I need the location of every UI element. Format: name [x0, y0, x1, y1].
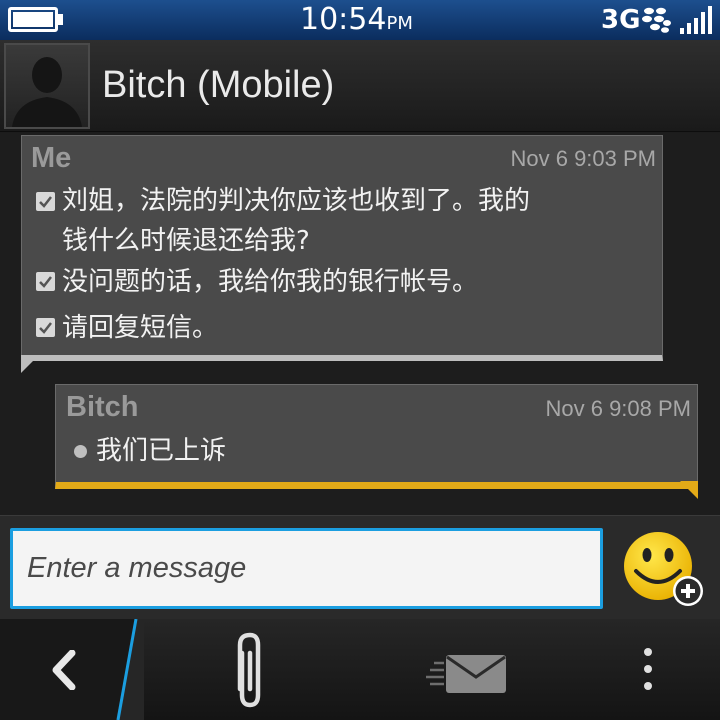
conversation-header: Bitch (Mobile): [0, 40, 720, 132]
battery-tip: [58, 14, 63, 25]
more-icon[interactable]: [640, 646, 656, 692]
send-mail-icon[interactable]: [424, 653, 508, 695]
message-input[interactable]: [10, 528, 603, 609]
avatar-silhouette-icon: [6, 45, 88, 127]
clock-ampm: PM: [386, 13, 413, 34]
message-text: 钱什么时候退还给我?: [62, 226, 310, 256]
message-bubble-incoming[interactable]: Bitch Nov 6 9:08 PM 我们已上诉: [55, 384, 698, 489]
bubble-tail: [680, 481, 698, 499]
back-separator: [115, 619, 144, 720]
avatar[interactable]: [4, 43, 90, 129]
message-timestamp: Nov 6 9:03 PM: [510, 146, 656, 171]
unread-dot-icon: [74, 445, 87, 458]
status-bar: 10:54PM 3G: [0, 0, 720, 40]
message-text: 刘姐，法院的判决你应该也收到了。我的: [62, 186, 531, 216]
bubble-tail: [21, 355, 39, 373]
clock-time: 10:54: [300, 2, 387, 37]
checkmark-icon: [36, 272, 55, 291]
composer: [0, 515, 720, 619]
message-text: 没问题的话，我给你我的银行帐号。: [62, 267, 479, 297]
chat-area[interactable]: Me Nov 6 9:03 PM 刘姐，法院的判决你应该也收到了。我的 钱什么时…: [0, 133, 720, 515]
message-bubble-outgoing[interactable]: Me Nov 6 9:03 PM 刘姐，法院的判决你应该也收到了。我的 钱什么时…: [21, 135, 663, 361]
status-clock: 10:54PM: [300, 0, 413, 40]
battery-icon: [8, 7, 58, 32]
network-type: 3G: [601, 5, 641, 35]
message-text: 请回复短信。: [62, 313, 219, 343]
message-sender: Bitch: [66, 391, 139, 423]
paperclip-icon[interactable]: [228, 631, 272, 711]
signal-icon: [680, 6, 712, 34]
checkmark-icon: [36, 318, 55, 337]
message-sender: Me: [31, 142, 72, 174]
contact-name: Bitch (Mobile): [102, 64, 335, 106]
message-timestamp: Nov 6 9:08 PM: [545, 396, 691, 421]
back-icon: [52, 650, 76, 690]
message-text: 我们已上诉: [96, 436, 227, 466]
emoji-add-icon[interactable]: [622, 531, 706, 611]
action-bar: [0, 619, 720, 720]
checkmark-icon: [36, 192, 55, 211]
blackberry-logo-icon: [642, 7, 671, 33]
